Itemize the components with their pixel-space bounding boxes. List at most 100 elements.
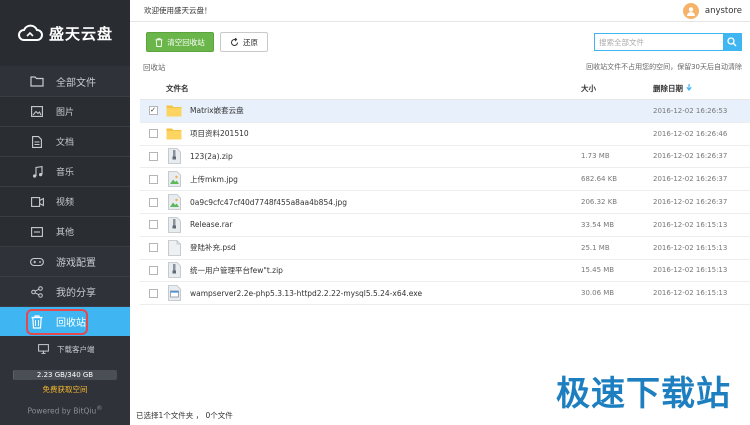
registered-mark: ®: [96, 405, 103, 412]
table-row[interactable]: 项目资料201510 2016-12-02 16:26:46: [140, 123, 750, 146]
sidebar-item-all-files[interactable]: 全部文件: [0, 66, 130, 96]
sidebar-bottom: 下载客户端 2.23 GB/340 GB 免费获取空间 Powered by B…: [0, 338, 130, 416]
file-size: 206.32 KB: [581, 198, 618, 207]
row-check-cell: [140, 129, 166, 139]
sidebar-item-game-config[interactable]: 游戏配置: [0, 246, 130, 276]
sidebar-item-recycle-bin[interactable]: 回收站: [0, 306, 130, 336]
row-name-cell: wampserver2.2e-php5.3.13-httpd2.2.22-mys…: [166, 285, 581, 302]
file-name[interactable]: 统一用户管理平台few"t.zip: [190, 265, 283, 276]
sidebar-item-my-share[interactable]: 我的分享: [0, 276, 130, 306]
sidebar-item-label: 游戏配置: [56, 258, 96, 269]
sidebar-item-video[interactable]: 视频: [0, 186, 130, 216]
file-size: 15.45 MB: [581, 266, 615, 275]
sidebar-item-documents[interactable]: 文档: [0, 126, 130, 156]
table-row[interactable]: 登陆补充.psd 25.1 MB 2016-12-02 16:15:13: [140, 237, 750, 260]
header-date-label: 删除日期: [653, 84, 683, 93]
file-list: ✓ Matrix嵌套云盘 2016-12-02 16:26:53 项目资料201510…: [140, 100, 750, 306]
folder-icon: [166, 126, 182, 142]
image-file-icon: [166, 171, 182, 188]
file-name[interactable]: 0a9c9cfc47cf40d7748f455a8aa4b854.jpg: [190, 198, 347, 207]
file-size: 682.64 KB: [581, 175, 618, 184]
sort-down-icon: [686, 84, 692, 93]
table-row[interactable]: Release.rar 33.54 MB 2016-12-02 16:15:13: [140, 214, 750, 237]
archive-file-icon: [166, 148, 182, 165]
file-name[interactable]: 登陆补充.psd: [190, 242, 236, 253]
file-name[interactable]: 上传mkm.jpg: [190, 174, 238, 185]
download-client-link[interactable]: 下载客户端: [0, 338, 130, 360]
row-check-cell: [140, 265, 166, 275]
user-menu[interactable]: anystore: [682, 2, 742, 19]
file-name[interactable]: Matrix嵌套云盘: [190, 105, 244, 116]
delete-date: 2016-12-02 16:26:46: [653, 129, 728, 138]
empty-recycle-bin-button[interactable]: 清空回收站: [146, 32, 214, 52]
folder-icon: [166, 103, 182, 119]
get-free-space-link[interactable]: 免费获取空间: [0, 384, 130, 395]
row-name-cell: 123(2a).zip: [166, 148, 581, 165]
row-check-cell: [140, 197, 166, 207]
avatar: [682, 2, 699, 19]
welcome-text: 欢迎使用盛天云盘！: [144, 6, 212, 15]
empty-button-label: 清空回收站: [167, 37, 205, 47]
search-icon: [727, 37, 737, 47]
delete-date: 2016-12-02 16:26:37: [653, 198, 728, 207]
powered-by: Powered by BitQiu®: [0, 405, 130, 416]
row-checkbox[interactable]: [148, 197, 158, 207]
monitor-icon: [38, 344, 49, 354]
delete-date: 2016-12-02 16:26:53: [653, 106, 728, 115]
video-icon: [30, 195, 44, 209]
file-size: 25.1 MB: [581, 243, 610, 252]
delete-date: 2016-12-02 16:15:13: [653, 266, 728, 275]
archive-file-icon: [166, 262, 182, 279]
table-row[interactable]: 统一用户管理平台few"t.zip 15.45 MB 2016-12-02 16:1…: [140, 260, 750, 283]
table-row[interactable]: wampserver2.2e-php5.3.13-httpd2.2.22-mys…: [140, 282, 750, 306]
delete-date: 2016-12-02 16:15:13: [653, 243, 728, 252]
storage-bar: 2.23 GB/340 GB: [13, 370, 117, 380]
row-checkbox[interactable]: [148, 220, 158, 230]
row-checkbox[interactable]: [148, 151, 158, 161]
row-check-cell: [140, 151, 166, 161]
image-icon: [30, 105, 44, 119]
top-bar: 欢迎使用盛天云盘！ anystore: [130, 0, 750, 22]
restore-button[interactable]: 还原: [220, 32, 268, 52]
row-name-cell: 统一用户管理平台few"t.zip: [166, 262, 581, 279]
sidebar-item-other[interactable]: 其他: [0, 216, 130, 246]
file-name[interactable]: 项目资料201510: [190, 128, 249, 139]
table-row[interactable]: 上传mkm.jpg 682.64 KB 2016-12-02 16:26:37: [140, 168, 750, 192]
delete-date: 2016-12-02 16:15:13: [653, 220, 728, 229]
image-file-icon: [166, 194, 182, 210]
table-row[interactable]: ✓ Matrix嵌套云盘 2016-12-02 16:26:53: [140, 100, 750, 123]
file-name[interactable]: 123(2a).zip: [190, 152, 233, 161]
selection-status: 已选择1个文件夹 ， 0个文件: [136, 411, 233, 420]
row-name-cell: Release.rar: [166, 216, 581, 233]
row-check-cell: [140, 174, 166, 184]
sidebar-item-music[interactable]: 音乐: [0, 156, 130, 186]
file-name[interactable]: Release.rar: [190, 220, 232, 229]
row-checkbox[interactable]: [148, 243, 158, 253]
row-checkbox[interactable]: [148, 129, 158, 139]
sidebar-item-images[interactable]: 图片: [0, 96, 130, 126]
table-row[interactable]: 123(2a).zip 1.73 MB 2016-12-02 16:26:37: [140, 146, 750, 169]
header-name[interactable]: 文件名: [166, 83, 581, 94]
file-name[interactable]: wampserver2.2e-php5.3.13-httpd2.2.22-mys…: [190, 289, 422, 298]
storage-text: 2.23 GB/340 GB: [36, 371, 94, 379]
retention-notice: 回收站文件不占用您的空间，保留30天后自动清除: [586, 63, 742, 71]
folder-icon: [30, 74, 44, 88]
search-button[interactable]: [723, 34, 741, 50]
header-date[interactable]: 删除日期: [653, 83, 750, 94]
row-check-cell: [140, 288, 166, 298]
search-input[interactable]: [595, 34, 723, 50]
row-checkbox[interactable]: [148, 174, 158, 184]
logo[interactable]: 盛天云盘: [0, 0, 130, 66]
user-icon: [686, 6, 695, 16]
brand-name: 盛天云盘: [48, 24, 113, 43]
cloud-logo-icon: [18, 24, 43, 41]
music-icon: [30, 165, 44, 179]
table-row[interactable]: 0a9c9cfc47cf40d7748f455a8aa4b854.jpg 206.…: [140, 191, 750, 214]
row-checkbox[interactable]: ✓: [148, 106, 158, 116]
delete-date: 2016-12-02 16:15:13: [653, 289, 728, 298]
sidebar-item-label: 图片: [56, 108, 75, 118]
file-size: 30.06 MB: [581, 289, 615, 298]
header-size[interactable]: 大小: [581, 83, 653, 94]
row-checkbox[interactable]: [148, 288, 158, 298]
row-checkbox[interactable]: [148, 265, 158, 275]
